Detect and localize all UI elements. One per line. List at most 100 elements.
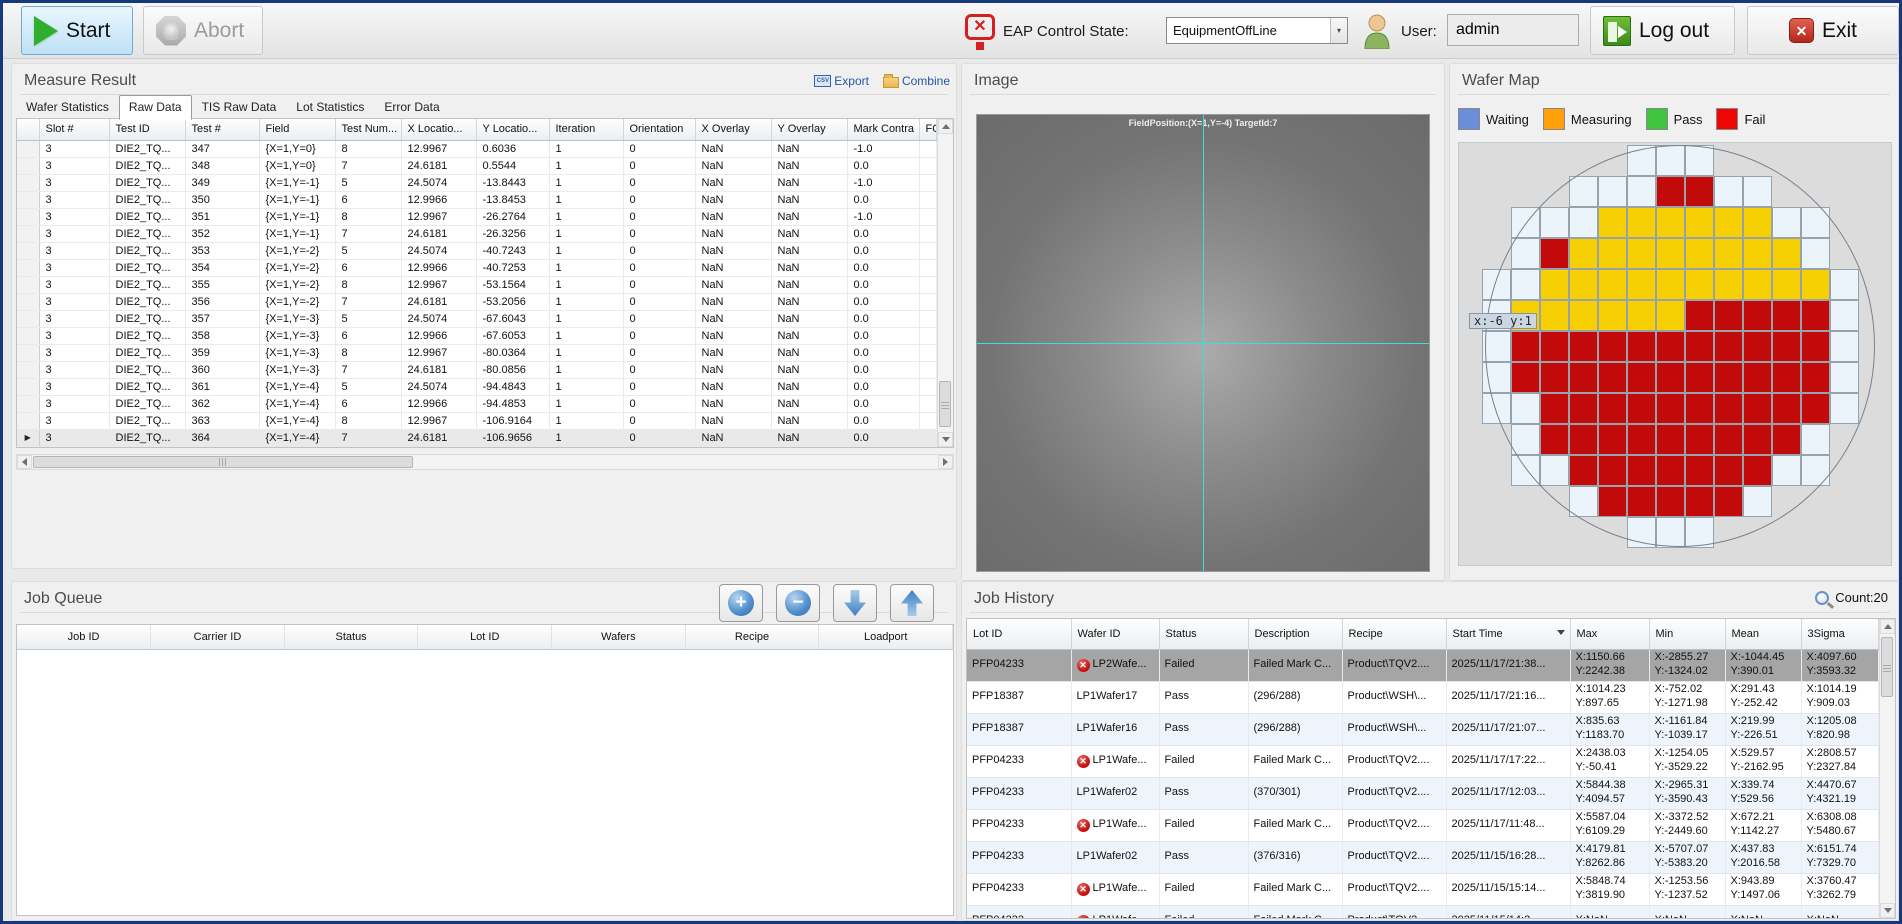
- scroll-thumb[interactable]: [1881, 637, 1893, 697]
- job-history-row[interactable]: PFP18387 ✕LP1Wafer16 Pass (296/288) Prod…: [967, 713, 1879, 745]
- wafer-die-cell[interactable]: [1511, 362, 1540, 393]
- wafer-die-cell[interactable]: [1598, 269, 1627, 300]
- wafer-die-cell[interactable]: [1656, 331, 1685, 362]
- scroll-thumb[interactable]: [939, 381, 951, 427]
- job-history-vertical-scrollbar[interactable]: [1879, 619, 1895, 918]
- raw-data-column-header[interactable]: Y Locatio...: [476, 119, 549, 140]
- wafer-die-cell[interactable]: [1743, 393, 1772, 424]
- wafer-die-cell[interactable]: [1714, 424, 1743, 455]
- wafer-die-cell[interactable]: [1801, 362, 1830, 393]
- wafer-die-cell[interactable]: [1772, 455, 1801, 486]
- raw-data-column-header[interactable]: Iteration: [549, 119, 623, 140]
- wafer-die-cell[interactable]: [1598, 486, 1627, 517]
- camera-image[interactable]: FieldPosition:(X=1,Y=-4) TargetId:7: [976, 114, 1430, 572]
- raw-data-row[interactable]: 3 DIE2_TQ... 362 {X=1,Y=-4} 6 12.9966 -9…: [17, 395, 937, 412]
- raw-data-row[interactable]: 3 DIE2_TQ... 360 {X=1,Y=-3} 7 24.6181 -8…: [17, 361, 937, 378]
- wafer-die-cell[interactable]: [1627, 238, 1656, 269]
- add-job-button[interactable]: +: [719, 584, 763, 622]
- raw-data-column-header[interactable]: FO: [919, 119, 937, 140]
- raw-data-row[interactable]: 3 DIE2_TQ... 352 {X=1,Y=-1} 7 24.6181 -2…: [17, 225, 937, 242]
- wafer-die-cell[interactable]: [1743, 300, 1772, 331]
- job-queue-column-header[interactable]: Lot ID: [418, 625, 552, 649]
- wafer-die-cell[interactable]: [1598, 455, 1627, 486]
- scroll-up-button[interactable]: [938, 119, 953, 134]
- raw-data-row[interactable]: 3 DIE2_TQ... 358 {X=1,Y=-3} 6 12.9966 -6…: [17, 327, 937, 344]
- scroll-up-button[interactable]: [1880, 619, 1895, 634]
- wafer-die-cell[interactable]: [1685, 238, 1714, 269]
- wafer-die-cell[interactable]: [1830, 393, 1859, 424]
- wafer-die-cell[interactable]: [1482, 362, 1511, 393]
- wafer-die-cell[interactable]: [1656, 362, 1685, 393]
- wafer-die-cell[interactable]: [1685, 486, 1714, 517]
- raw-data-row[interactable]: 3 DIE2_TQ... 364 {X=1,Y=-4} 7 24.6181 -1…: [17, 429, 937, 446]
- measure-result-tab[interactable]: TIS Raw Data: [192, 95, 287, 120]
- wafer-die-cell[interactable]: [1627, 300, 1656, 331]
- wafer-die-cell[interactable]: [1569, 424, 1598, 455]
- wafer-die-cell[interactable]: [1511, 207, 1540, 238]
- wafer-die-cell[interactable]: [1627, 362, 1656, 393]
- wafer-die-cell[interactable]: [1714, 486, 1743, 517]
- job-history-column-header[interactable]: Lot ID: [967, 619, 1071, 649]
- raw-data-column-header[interactable]: Mark Contra: [847, 119, 919, 140]
- raw-data-row[interactable]: 3 DIE2_TQ... 356 {X=1,Y=-2} 7 24.6181 -5…: [17, 293, 937, 310]
- wafer-die-cell[interactable]: [1511, 424, 1540, 455]
- raw-data-column-header[interactable]: Field: [259, 119, 335, 140]
- wafer-die-cell[interactable]: [1598, 238, 1627, 269]
- raw-data-row[interactable]: 3 DIE2_TQ... 349 {X=1,Y=-1} 5 24.5074 -1…: [17, 174, 937, 191]
- wafer-die-cell[interactable]: [1540, 269, 1569, 300]
- wafer-die-cell[interactable]: [1540, 455, 1569, 486]
- wafer-die-cell[interactable]: [1656, 238, 1685, 269]
- exit-button[interactable]: ✕ Exit: [1747, 6, 1899, 55]
- username-field[interactable]: [1447, 14, 1579, 46]
- wafer-die-cell[interactable]: [1627, 269, 1656, 300]
- wafer-die-cell[interactable]: [1714, 300, 1743, 331]
- job-history-column-header[interactable]: Start Time: [1446, 619, 1570, 649]
- wafer-die-cell[interactable]: [1743, 486, 1772, 517]
- wafer-die-cell[interactable]: [1569, 238, 1598, 269]
- raw-data-column-header[interactable]: X Overlay: [695, 119, 771, 140]
- job-history-column-header[interactable]: Min: [1649, 619, 1725, 649]
- raw-data-row[interactable]: 3 DIE2_TQ... 351 {X=1,Y=-1} 8 12.9967 -2…: [17, 208, 937, 225]
- raw-data-horizontal-scrollbar[interactable]: [16, 454, 954, 470]
- raw-data-row[interactable]: 3 DIE2_TQ... 357 {X=1,Y=-3} 5 24.5074 -6…: [17, 310, 937, 327]
- job-queue-column-header[interactable]: Status: [284, 625, 418, 649]
- wafer-die-cell[interactable]: [1540, 238, 1569, 269]
- wafer-die-cell[interactable]: [1685, 269, 1714, 300]
- raw-data-column-header[interactable]: X Locatio...: [401, 119, 476, 140]
- wafer-die-cell[interactable]: [1540, 300, 1569, 331]
- wafer-die-cell[interactable]: [1801, 238, 1830, 269]
- wafer-die-cell[interactable]: [1743, 424, 1772, 455]
- job-history-row[interactable]: PFP18387 ✕LP1Wafer17 Pass (296/288) Prod…: [967, 681, 1879, 713]
- wafer-die-cell[interactable]: [1801, 424, 1830, 455]
- logout-button[interactable]: Log out: [1590, 6, 1735, 55]
- wafer-die-cell[interactable]: [1714, 207, 1743, 238]
- scroll-down-button[interactable]: [938, 432, 953, 447]
- wafer-die-cell[interactable]: [1598, 362, 1627, 393]
- wafer-die-cell[interactable]: [1598, 424, 1627, 455]
- scroll-down-button[interactable]: [1880, 903, 1895, 918]
- move-job-down-button[interactable]: [833, 584, 877, 622]
- raw-data-row[interactable]: 3 DIE2_TQ... 354 {X=1,Y=-2} 6 12.9966 -4…: [17, 259, 937, 276]
- wafer-die-cell[interactable]: [1569, 393, 1598, 424]
- abort-button[interactable]: Abort: [143, 6, 263, 55]
- wafer-die-cell[interactable]: [1772, 238, 1801, 269]
- wafer-die-cell[interactable]: [1714, 393, 1743, 424]
- wafer-die-cell[interactable]: [1685, 455, 1714, 486]
- wafer-die-cell[interactable]: [1598, 331, 1627, 362]
- wafer-die-cell[interactable]: [1656, 269, 1685, 300]
- wafer-die-cell[interactable]: [1482, 269, 1511, 300]
- wafer-die-cell[interactable]: [1656, 424, 1685, 455]
- eap-state-select[interactable]: EquipmentOffLine ▾: [1166, 17, 1348, 44]
- raw-data-column-header[interactable]: Test ID: [109, 119, 185, 140]
- wafer-die-cell[interactable]: [1685, 331, 1714, 362]
- wafer-die-cell[interactable]: [1685, 300, 1714, 331]
- wafer-die-cell[interactable]: [1598, 207, 1627, 238]
- scroll-left-button[interactable]: [17, 455, 32, 469]
- measure-result-tab[interactable]: Error Data: [374, 95, 449, 120]
- wafer-die-cell[interactable]: [1772, 424, 1801, 455]
- raw-data-column-header[interactable]: Test #: [185, 119, 259, 140]
- raw-data-column-header[interactable]: Slot #: [39, 119, 109, 140]
- wafer-die-cell[interactable]: [1569, 331, 1598, 362]
- wafer-die-cell[interactable]: [1743, 238, 1772, 269]
- wafer-die-cell[interactable]: [1627, 145, 1656, 176]
